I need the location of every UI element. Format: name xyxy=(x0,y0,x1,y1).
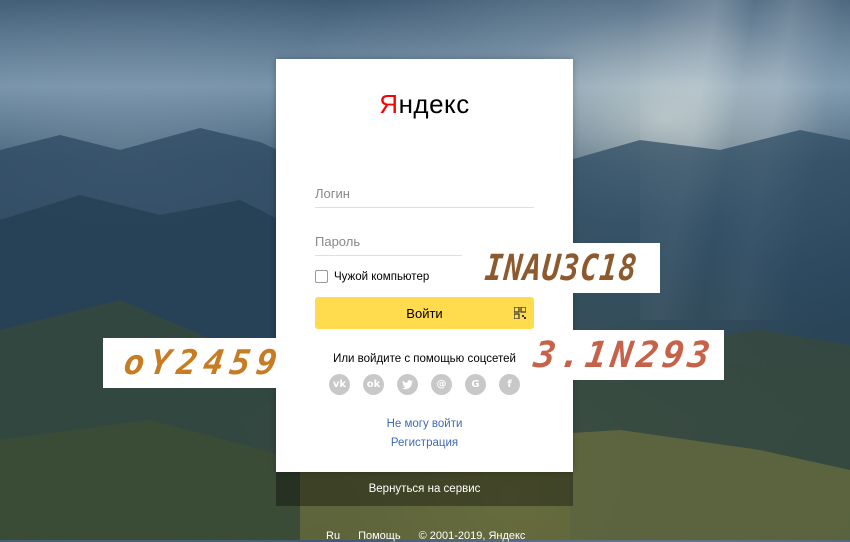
twitter-icon[interactable] xyxy=(397,374,418,395)
qr-code-icon[interactable] xyxy=(514,307,526,319)
copyright-text: © 2001-2019, Яндекс xyxy=(418,530,526,542)
yandex-logo[interactable]: Яндекс xyxy=(276,89,573,120)
google-icon[interactable]: G xyxy=(465,374,486,395)
back-to-service-bar: Вернуться на сервис xyxy=(276,472,573,506)
foreign-computer-checkbox[interactable] xyxy=(315,270,328,283)
login-input[interactable] xyxy=(315,179,534,208)
cant-login-link[interactable]: Не могу войти xyxy=(276,418,573,430)
mail-icon[interactable]: @ xyxy=(431,374,452,395)
facebook-icon[interactable]: f xyxy=(499,374,520,395)
help-link[interactable]: Помощь xyxy=(358,530,401,542)
login-button[interactable]: Войти xyxy=(315,297,534,329)
captcha-image: 3.1N293 xyxy=(524,330,724,380)
register-link[interactable]: Регистрация xyxy=(276,437,573,449)
captcha-image: oY2459 xyxy=(103,338,303,388)
captcha-text: 3.1N293 xyxy=(531,334,717,376)
foreign-computer-label: Чужой компьютер xyxy=(334,270,430,283)
back-to-service-link[interactable]: Вернуться на сервис xyxy=(276,483,573,495)
vk-icon[interactable]: vk xyxy=(329,374,350,395)
footer: Ru Помощь © 2001-2019, Яндекс xyxy=(326,530,525,542)
language-switcher[interactable]: Ru xyxy=(326,530,340,542)
captcha-image: INAU3C18 xyxy=(462,243,660,293)
social-login-list: vk ok @ G f xyxy=(329,374,520,395)
captcha-text: INAU3C18 xyxy=(482,247,640,289)
login-button-label: Войти xyxy=(406,305,443,321)
odnoklassniki-icon[interactable]: ok xyxy=(363,374,384,395)
foreign-computer-option[interactable]: Чужой компьютер xyxy=(315,270,429,283)
captcha-text: oY2459 xyxy=(120,343,286,383)
